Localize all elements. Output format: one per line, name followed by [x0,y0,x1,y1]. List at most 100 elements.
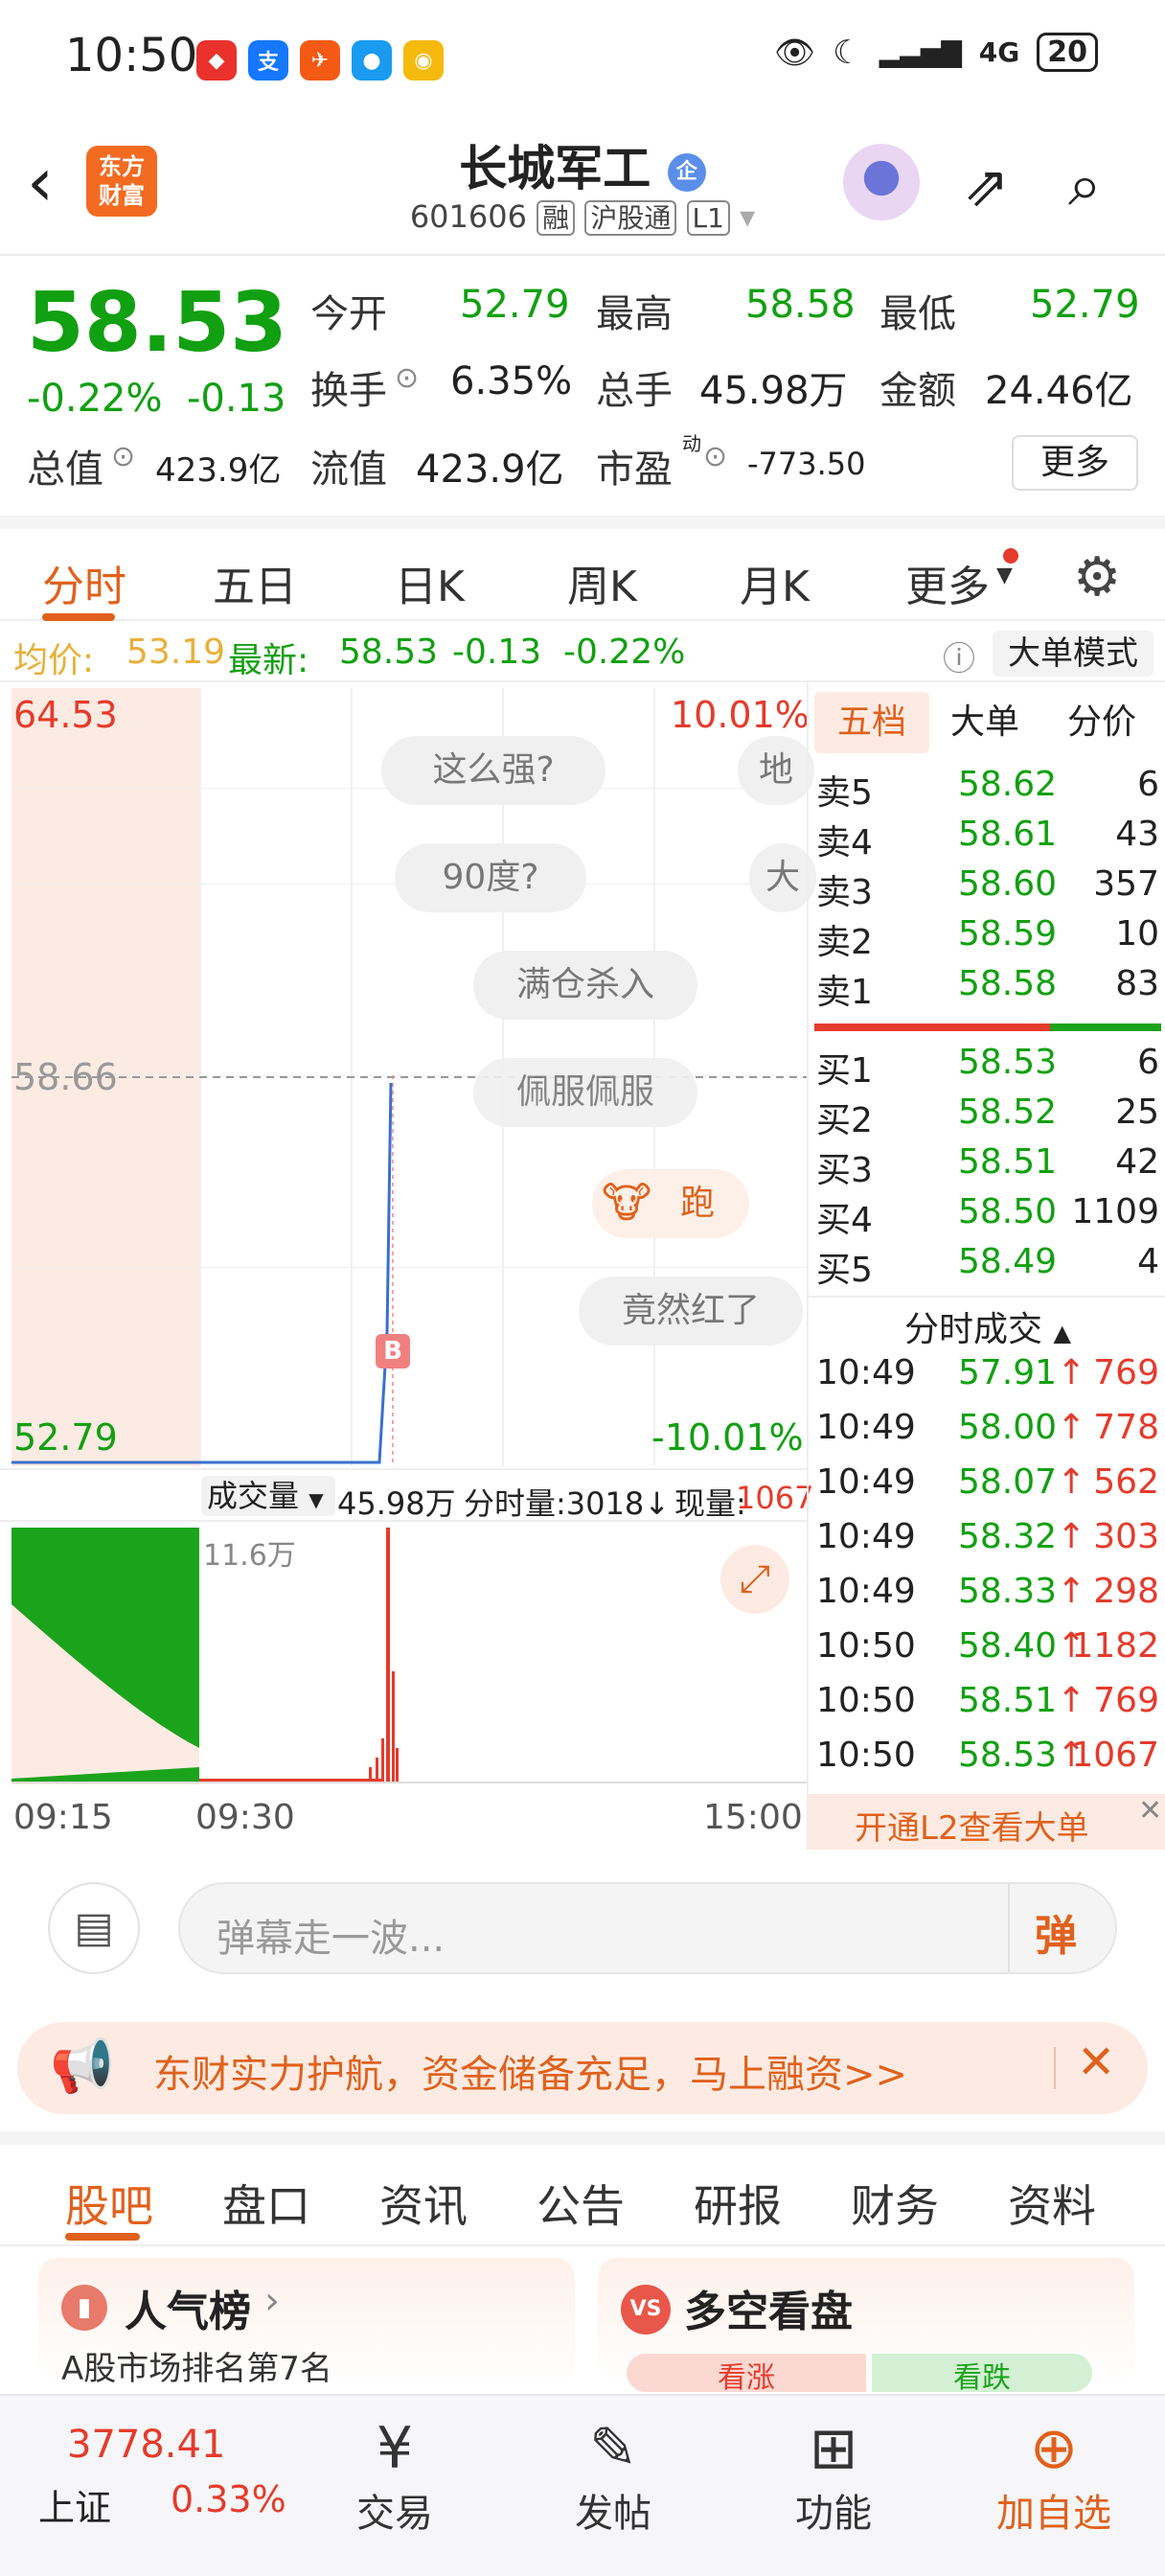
trade-row-qty: 1182 [1071,1626,1159,1666]
trade-row-price: 57.91↑ [958,1353,1086,1392]
tab-monthly[interactable]: 月K [740,552,810,613]
tab-big-orders[interactable]: 大单 [950,692,1019,753]
promo-banner[interactable]: 📢 东财实力护航，资金储备充足，马上融资>> ✕ [17,2022,1148,2114]
more-button[interactable]: 更多 [1012,435,1138,491]
search-icon[interactable]: ⌕ [1068,150,1102,220]
help-icon[interactable]: ⓘ [943,632,975,679]
divider [809,1296,1165,1298]
trade-row-label: 10:49 [816,1572,916,1611]
ask-row-price: 58.58 [958,964,1058,1003]
tab-intraday[interactable]: 分时 [42,552,126,613]
pe-value: -773.50 [747,446,866,482]
tab-profile[interactable]: 资料 [1008,2172,1096,2235]
bid-row-label: 买5 [816,1251,873,1290]
margin-tag: 融 [537,200,576,236]
nav-trade-label: 交易 [356,2492,433,2536]
volume-total: 45.98万 [337,1485,456,1522]
book-tabs: 五档 大单 分价 [809,692,1165,759]
share-icon[interactable]: ⇗ [963,153,1010,218]
time-axis-start: 09:15 [13,1798,113,1837]
tab-research[interactable]: 研报 [694,2172,782,2235]
tab-5day[interactable]: 五日 [213,552,297,613]
mcap-value: 423.9亿 [155,451,282,490]
volume-max-label: 11.6万 [203,1539,296,1573]
plus-circle-icon: ⊕ [1029,2415,1079,2482]
close-icon[interactable]: ✕ [1077,2036,1115,2089]
nav-add-watchlist[interactable]: ⊕ 加自选 [977,2415,1131,2538]
tab-level5[interactable]: 五档 [814,692,929,753]
popularity-rank: A股市场排名第7名 [61,2350,332,2388]
latest-pct: -0.22% [563,632,686,672]
popularity-card[interactable]: ▮ 人气榜 › A股市场排名第7名 [38,2258,575,2388]
bearish-button[interactable]: 看跌 [872,2354,1092,2395]
nav-add-label: 加自选 [996,2492,1111,2536]
bull-bear-card[interactable]: VS 多空看盘 看涨 看跌 [598,2258,1134,2395]
bid-ask-ratio-bar [814,1024,1161,1031]
ask-row-price: 58.60 [958,864,1058,904]
trade-row-price: 58.33↑ [958,1572,1086,1611]
l2-link[interactable]: 开通L2查看大单 [855,1802,1089,1849]
nav-functions[interactable]: ⊞ 功能 [757,2415,910,2538]
index-value: 3778.41 [67,2423,226,2467]
l2-banner[interactable]: 开通L2查看大单 ✕ [809,1794,1165,1850]
danmu-input[interactable]: 弹幕走一波... [217,1907,445,1963]
divider [1008,1884,1010,1972]
low-value: 52.79 [1030,283,1140,327]
tab-announcements[interactable]: 公告 [537,2172,625,2235]
close-icon[interactable]: ✕ [1138,1794,1162,1828]
level-tag[interactable]: L1 [686,200,730,236]
bid-row: 买1 58.53 6 [809,1043,1165,1092]
tab-daily[interactable]: 日K [395,552,465,613]
trade-row-label: 10:49 [816,1408,916,1447]
price-change: -0.22% -0.13 [27,377,286,421]
bid-row-price: 58.50 [958,1192,1058,1231]
bid-row-qty: 6 [1137,1043,1159,1082]
expand-icon[interactable]: ⤢ [720,1545,789,1614]
trades-title[interactable]: 分时成交 ▲ [809,1301,1165,1351]
buy-marker[interactable]: B [376,1334,410,1368]
info-icon[interactable]: ⊙ [395,361,419,395]
danmu-bubble: 地 [738,736,814,805]
trade-row-label: 10:50 [816,1736,916,1775]
info-icon[interactable]: ⊙ [703,440,727,473]
stock-name: 长城军工 [459,141,651,196]
trade-row-label: 10:49 [816,1462,916,1502]
quote-panel: 58.53 -0.22% -0.13 今开 52.79 最高 58.58 最低 … [0,254,1165,508]
trade-row: 10:49 58.00↑ 778 [809,1408,1165,1458]
intraday-chart[interactable]: 64.53 58.66 52.79 10.01% -10.01% B 这么强? … [0,682,816,1852]
bullish-button[interactable]: 看涨 [627,2354,866,2395]
turnover-value: 6.35% [450,359,573,403]
danmu-send-button[interactable]: 弹 [1035,1901,1077,1963]
time-axis-end: 15:00 [703,1798,803,1837]
tab-price-dist[interactable]: 分价 [1067,692,1136,753]
big-order-mode-button[interactable]: 大单模式 [993,631,1154,677]
chart-tabs: 分时 五日 日K 周K 月K 更多 ▼ ⚙ [0,516,1165,621]
tab-guba[interactable]: 股吧 [65,2172,153,2235]
huawei-app-icon: ◆ [196,40,237,80]
nav-trade[interactable]: ¥ 交易 [318,2415,471,2538]
danmu-settings-icon[interactable]: ▤ [48,1882,140,1974]
ask-row: 卖5 58.62 6 [809,765,1165,815]
tab-finance[interactable]: 财务 [851,2172,939,2235]
ask-row-label: 卖2 [816,923,873,962]
nav-post[interactable]: ✎ 发帖 [537,2415,690,2538]
tab-pankou[interactable]: 盘口 [222,2172,310,2235]
assistant-robot-icon[interactable] [843,144,920,220]
divider [1054,2047,1056,2089]
y-axis-mid: 58.66 [13,1056,118,1098]
mcap-label: 总值 [27,448,103,492]
tab-news[interactable]: 资讯 [379,2172,468,2235]
eye-icon: 👁 [773,33,816,72]
tab-more[interactable]: 更多 [905,552,990,613]
promo-text[interactable]: 东财实力护航，资金储备充足，马上融资>> [153,2043,907,2099]
ask-row-qty: 10 [1115,914,1159,954]
volume-selector[interactable]: 成交量 ▼ [201,1476,335,1516]
bid-row-label: 买1 [816,1051,873,1091]
latest-chg: -0.13 [452,632,542,672]
tab-weekly[interactable]: 周K [567,552,637,613]
caret-down-icon[interactable]: ▾ [740,198,755,235]
info-icon[interactable]: ⊙ [111,440,135,473]
settings-gear-icon[interactable]: ⚙ [1073,546,1121,609]
bid-row-qty: 4 [1137,1242,1159,1281]
high-value: 58.58 [745,283,856,327]
